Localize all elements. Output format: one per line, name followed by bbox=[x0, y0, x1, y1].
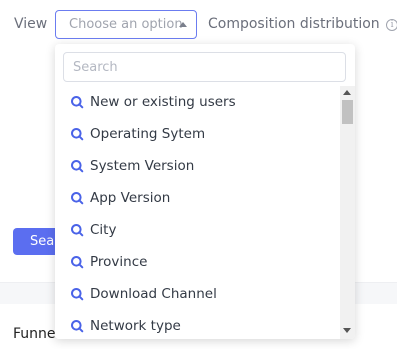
funnel-section-title: Funne bbox=[13, 326, 56, 342]
dropdown-option[interactable]: Operating Sytem bbox=[55, 118, 340, 150]
scrollbar-thumb[interactable] bbox=[342, 100, 353, 124]
dropdown-option[interactable]: System Version bbox=[55, 150, 340, 182]
composition-distribution-title: Composition distribution i bbox=[208, 14, 397, 34]
scroll-up-arrow-icon[interactable] bbox=[343, 90, 351, 95]
dropdown-option-label: Download Channel bbox=[90, 286, 217, 302]
search-query-icon bbox=[71, 192, 84, 205]
search-query-icon bbox=[71, 320, 84, 333]
search-query-icon bbox=[71, 128, 84, 141]
dropdown-option-list: New or existing users Operating Sytem Sy… bbox=[55, 86, 340, 339]
composition-label: Composition distribution bbox=[208, 16, 380, 32]
dropdown-search-input[interactable] bbox=[63, 52, 346, 82]
search-query-icon bbox=[71, 224, 84, 237]
search-query-icon bbox=[71, 160, 84, 173]
dropdown-option[interactable]: App Version bbox=[55, 182, 340, 214]
option-dropdown: New or existing users Operating Sytem Sy… bbox=[55, 44, 355, 339]
dropdown-option[interactable]: Download Channel bbox=[55, 278, 340, 310]
dropdown-option-label: City bbox=[90, 222, 117, 238]
search-query-icon bbox=[71, 256, 84, 269]
info-icon[interactable]: i bbox=[386, 19, 397, 31]
page: View Choose an option Composition distri… bbox=[0, 0, 397, 349]
dropdown-option-label: App Version bbox=[90, 190, 171, 206]
dropdown-option-label: Network type bbox=[90, 318, 181, 334]
dropdown-option-label: System Version bbox=[90, 158, 195, 174]
view-label: View bbox=[14, 16, 48, 32]
scroll-down-arrow-icon[interactable] bbox=[343, 328, 351, 333]
dropdown-scrollbar[interactable] bbox=[340, 86, 355, 339]
search-query-icon bbox=[71, 288, 84, 301]
search-query-icon bbox=[71, 96, 84, 109]
dropdown-option[interactable]: Network type bbox=[55, 310, 340, 339]
view-select[interactable]: Choose an option bbox=[55, 10, 197, 39]
select-placeholder: Choose an option bbox=[69, 17, 183, 32]
caret-up-icon bbox=[179, 22, 187, 27]
dropdown-option[interactable]: New or existing users bbox=[55, 86, 340, 118]
dropdown-option[interactable]: Province bbox=[55, 246, 340, 278]
dropdown-option-label: Operating Sytem bbox=[90, 126, 206, 142]
dropdown-option[interactable]: City bbox=[55, 214, 340, 246]
dropdown-option-label: New or existing users bbox=[90, 94, 236, 110]
dropdown-option-label: Province bbox=[90, 254, 148, 270]
